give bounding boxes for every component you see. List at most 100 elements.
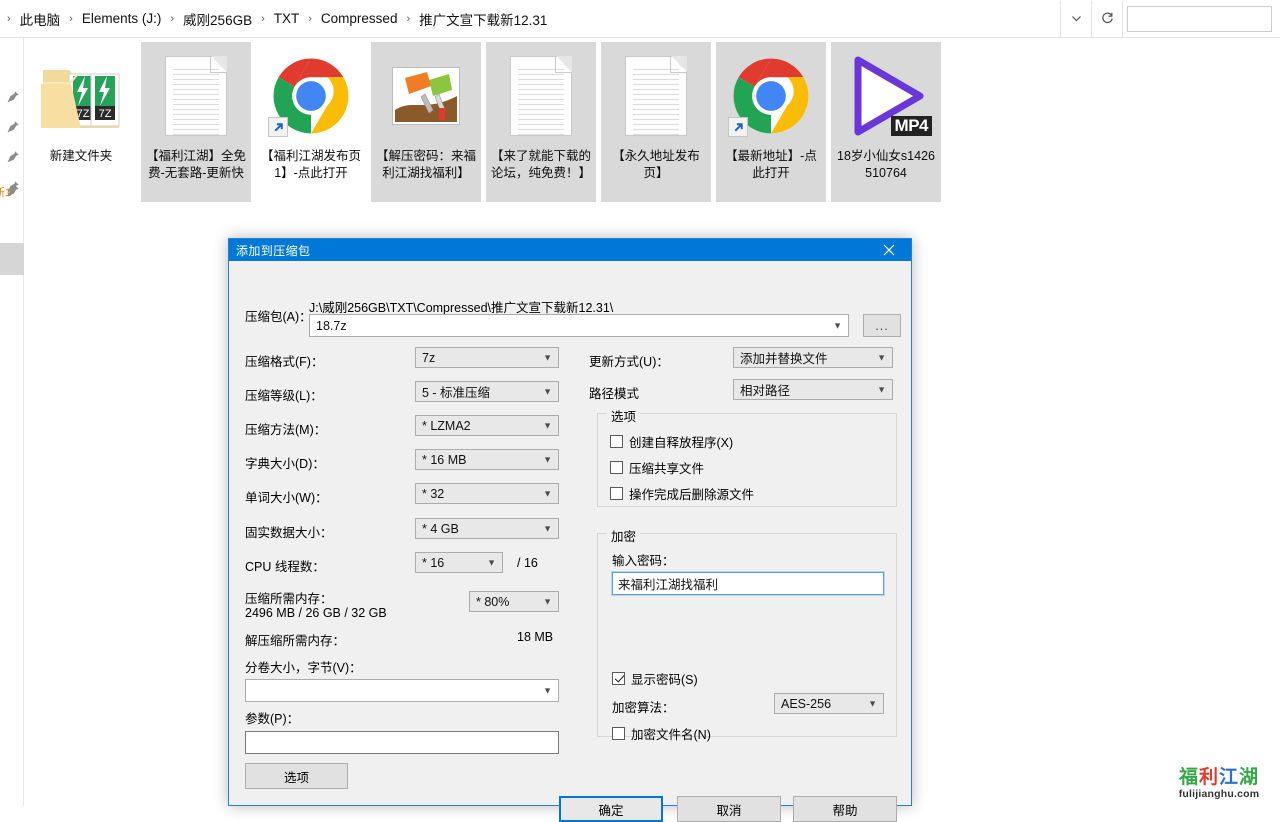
breadcrumb[interactable]: › 此电脑 › Elements (J:) › 威刚256GB › TXT › … xyxy=(0,0,1060,37)
compression-level-select[interactable]: 5 - 标准压缩 ▼ xyxy=(415,381,559,402)
delete-after-checkbox[interactable]: 操作完成后删除源文件 xyxy=(610,484,754,503)
breadcrumb-item-0[interactable]: 此电脑 xyxy=(16,7,65,31)
list-item[interactable]: 7Z 7Z 新建文件夹 xyxy=(26,42,136,202)
update-mode-label: 更新方式(U)： xyxy=(589,351,669,370)
cpu-threads-select[interactable]: * 16 ▼ xyxy=(415,552,503,573)
pin-icon[interactable] xyxy=(6,184,20,198)
browse-button[interactable]: ... xyxy=(863,314,901,337)
volume-size-label: 分卷大小，字节(V)： xyxy=(245,657,362,676)
chevron-down-icon[interactable]: ▼ xyxy=(877,385,886,394)
options-group: 选项 创建自释放程序(X) 压缩共享文件 操作完成后删除源文件 xyxy=(597,413,897,507)
encryption-group-title: 加密 xyxy=(607,526,640,545)
list-item-label: 【永久地址发布页】 xyxy=(604,148,708,182)
text-document-icon xyxy=(148,48,244,144)
path-mode-select[interactable]: 相对路径 ▼ xyxy=(733,379,893,400)
breadcrumb-separator: › xyxy=(401,13,415,25)
word-size-label: 单词大小(W)： xyxy=(245,487,328,506)
archive-format-select[interactable]: 7z ▼ xyxy=(415,347,559,368)
dialog-title-bar[interactable]: 添加到压缩包 xyxy=(229,239,911,261)
pin-icon[interactable] xyxy=(6,120,20,134)
archive-name-input[interactable]: 18.7z ▼ xyxy=(309,314,849,337)
dictionary-size-value: * 16 MB xyxy=(422,453,466,467)
encryption-algorithm-select[interactable]: AES-256 ▼ xyxy=(774,693,884,714)
watermark-characters: 福利江湖 xyxy=(1164,766,1274,788)
list-item[interactable]: 【最新地址】-点此打开 xyxy=(716,42,826,202)
add-to-archive-dialog: 添加到压缩包 压缩包(A)： J:\威刚256GB\TXT\Compressed… xyxy=(228,238,912,806)
chevron-down-icon[interactable] xyxy=(1061,1,1091,37)
breadcrumb-separator: › xyxy=(165,13,179,25)
chevron-down-icon[interactable]: ▼ xyxy=(543,524,552,533)
options-button[interactable]: 选项 xyxy=(245,763,348,789)
breadcrumb-item-2[interactable]: 威刚256GB xyxy=(179,7,256,31)
site-watermark: 福利江湖 fulijianghu.com xyxy=(1164,766,1274,800)
volume-size-input[interactable]: ▼ xyxy=(245,679,559,702)
compression-method-select[interactable]: * LZMA2 ▼ xyxy=(415,415,559,436)
dictionary-size-label: 字典大小(D)： xyxy=(245,453,325,472)
encrypt-filenames-label: 加密文件名(N) xyxy=(631,724,711,743)
chevron-down-icon[interactable]: ▼ xyxy=(487,558,496,567)
shared-files-checkbox[interactable]: 压缩共享文件 xyxy=(610,458,704,477)
update-mode-select[interactable]: 添加并替换文件 ▼ xyxy=(733,347,893,368)
chevron-down-icon[interactable]: ▼ xyxy=(877,353,886,362)
chevron-down-icon[interactable]: ▼ xyxy=(543,455,552,464)
nav-selected-item[interactable] xyxy=(0,243,24,275)
delete-after-checkbox-label: 操作完成后删除源文件 xyxy=(629,484,754,503)
update-mode-value: 添加并替换文件 xyxy=(740,348,828,367)
list-item[interactable]: 【福利江湖】全免费-无套路-更新快 xyxy=(141,42,251,202)
password-value: 来福利江湖找福利 xyxy=(618,574,718,593)
list-item[interactable]: 【福利江湖发布页1】-点此打开 xyxy=(256,42,366,202)
list-item-label: 新建文件夹 xyxy=(29,148,133,165)
compress-memory-value: 2496 MB / 26 GB / 32 GB xyxy=(245,606,387,620)
chevron-down-icon[interactable]: ▼ xyxy=(543,686,552,695)
word-size-select[interactable]: * 32 ▼ xyxy=(415,483,559,504)
list-item[interactable]: 【来了就能下载的论坛，纯免费！】 xyxy=(486,42,596,202)
breadcrumb-item-1[interactable]: Elements (J:) xyxy=(78,9,166,28)
cpu-threads-total: / 16 xyxy=(517,556,538,570)
chevron-down-icon[interactable]: ▼ xyxy=(543,353,552,362)
list-item[interactable]: 【解压密码：来福利江湖找福利】 xyxy=(371,42,481,202)
search-input[interactable] xyxy=(1127,6,1272,32)
chevron-down-icon[interactable]: ▼ xyxy=(833,321,842,330)
breadcrumb-item-4[interactable]: Compressed xyxy=(317,9,402,28)
dictionary-size-select[interactable]: * 16 MB ▼ xyxy=(415,449,559,470)
parameters-input[interactable] xyxy=(245,731,559,754)
ok-button[interactable]: 确定 xyxy=(559,796,663,822)
sfx-checkbox[interactable]: 创建自释放程序(X) xyxy=(610,432,733,451)
encrypt-filenames-checkbox[interactable]: 加密文件名(N) xyxy=(612,724,711,743)
breadcrumb-item-5[interactable]: 推广文宣下载新12.31 xyxy=(415,7,551,31)
path-mode-label: 路径模式 xyxy=(589,383,639,402)
decompress-memory-label: 解压缩所需内存： xyxy=(245,630,345,649)
refresh-icon[interactable] xyxy=(1092,1,1122,37)
text-document-icon xyxy=(493,48,589,144)
pin-icon[interactable] xyxy=(6,90,20,104)
checkbox-icon[interactable] xyxy=(612,672,625,685)
list-item-label: 18岁小仙女s1426510764 xyxy=(834,148,938,182)
checkbox-icon[interactable] xyxy=(610,435,623,448)
mp4-video-icon: MP4 xyxy=(838,48,934,144)
chevron-down-icon[interactable]: ▼ xyxy=(543,421,552,430)
checkbox-icon[interactable] xyxy=(612,727,625,740)
close-icon[interactable] xyxy=(867,239,911,261)
memory-usage-select[interactable]: * 80% ▼ xyxy=(469,591,559,612)
dialog-title: 添加到压缩包 xyxy=(229,242,310,259)
breadcrumb-separator: › xyxy=(256,13,270,25)
password-input[interactable]: 来福利江湖找福利 xyxy=(612,572,884,595)
solid-block-size-select[interactable]: * 4 GB ▼ xyxy=(415,518,559,539)
list-item[interactable]: MP4 18岁小仙女s1426510764 xyxy=(831,42,941,202)
list-item[interactable]: 【永久地址发布页】 xyxy=(601,42,711,202)
chevron-down-icon[interactable]: ▼ xyxy=(543,489,552,498)
compression-method-label: 压缩方法(M)： xyxy=(245,419,326,438)
chevron-down-icon[interactable]: ▼ xyxy=(543,597,552,606)
checkbox-icon[interactable] xyxy=(610,487,623,500)
checkbox-icon[interactable] xyxy=(610,461,623,474)
cancel-button[interactable]: 取消 xyxy=(677,796,781,822)
compression-level-value: 5 - 标准压缩 xyxy=(422,382,490,401)
file-grid: 7Z 7Z 新建文件夹 【福利江湖】全免费-无套路-更新快 xyxy=(26,42,946,202)
show-password-checkbox[interactable]: 显示密码(S) xyxy=(612,669,698,688)
watermark-url: fulijianghu.com xyxy=(1164,788,1274,800)
help-button[interactable]: 帮助 xyxy=(793,796,897,822)
address-bar: › 此电脑 › Elements (J:) › 威刚256GB › TXT › … xyxy=(0,0,1280,38)
breadcrumb-item-3[interactable]: TXT xyxy=(270,9,304,28)
chevron-down-icon[interactable]: ▼ xyxy=(868,699,877,708)
chevron-down-icon[interactable]: ▼ xyxy=(543,387,552,396)
